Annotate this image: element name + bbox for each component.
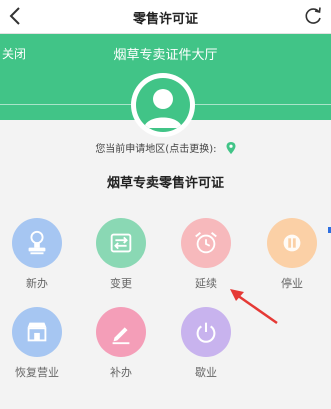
annotation-arrow: [230, 289, 278, 325]
edit-icon: [96, 307, 146, 357]
service-label: 歇业: [195, 366, 217, 379]
stamp-icon: [12, 218, 62, 268]
user-avatar-icon: [136, 78, 190, 132]
exchange-icon: [96, 218, 146, 268]
service-resume[interactable]: 恢复营业: [7, 307, 67, 380]
service-renew[interactable]: 延续: [176, 218, 236, 291]
service-label: 变更: [110, 277, 132, 290]
hall-title: 烟草专卖证件大厅: [113, 48, 218, 63]
refresh-icon[interactable]: [303, 6, 323, 26]
service-label: 新办: [26, 277, 48, 290]
pause-icon: [267, 218, 317, 268]
service-label: 恢复营业: [15, 366, 59, 379]
service-reissue[interactable]: 补办: [91, 307, 151, 380]
store-icon: [12, 307, 62, 357]
region-text: 您当前申请地区(点击更换):: [95, 144, 217, 155]
service-label: 补办: [110, 366, 132, 379]
service-change[interactable]: 变更: [91, 218, 151, 291]
region-selector[interactable]: 您当前申请地区(点击更换):: [0, 140, 331, 155]
location-pin-icon[interactable]: [226, 142, 236, 154]
avatar[interactable]: [131, 73, 195, 137]
service-new[interactable]: 新办: [7, 218, 67, 291]
section-title: 烟草专卖零售许可证: [106, 176, 224, 191]
top-nav-bar: 零售许可证: [0, 0, 331, 34]
page-title: 零售许可证: [132, 12, 198, 27]
alarm-clock-icon: [181, 218, 231, 268]
service-suspend[interactable]: 停业: [262, 218, 322, 291]
